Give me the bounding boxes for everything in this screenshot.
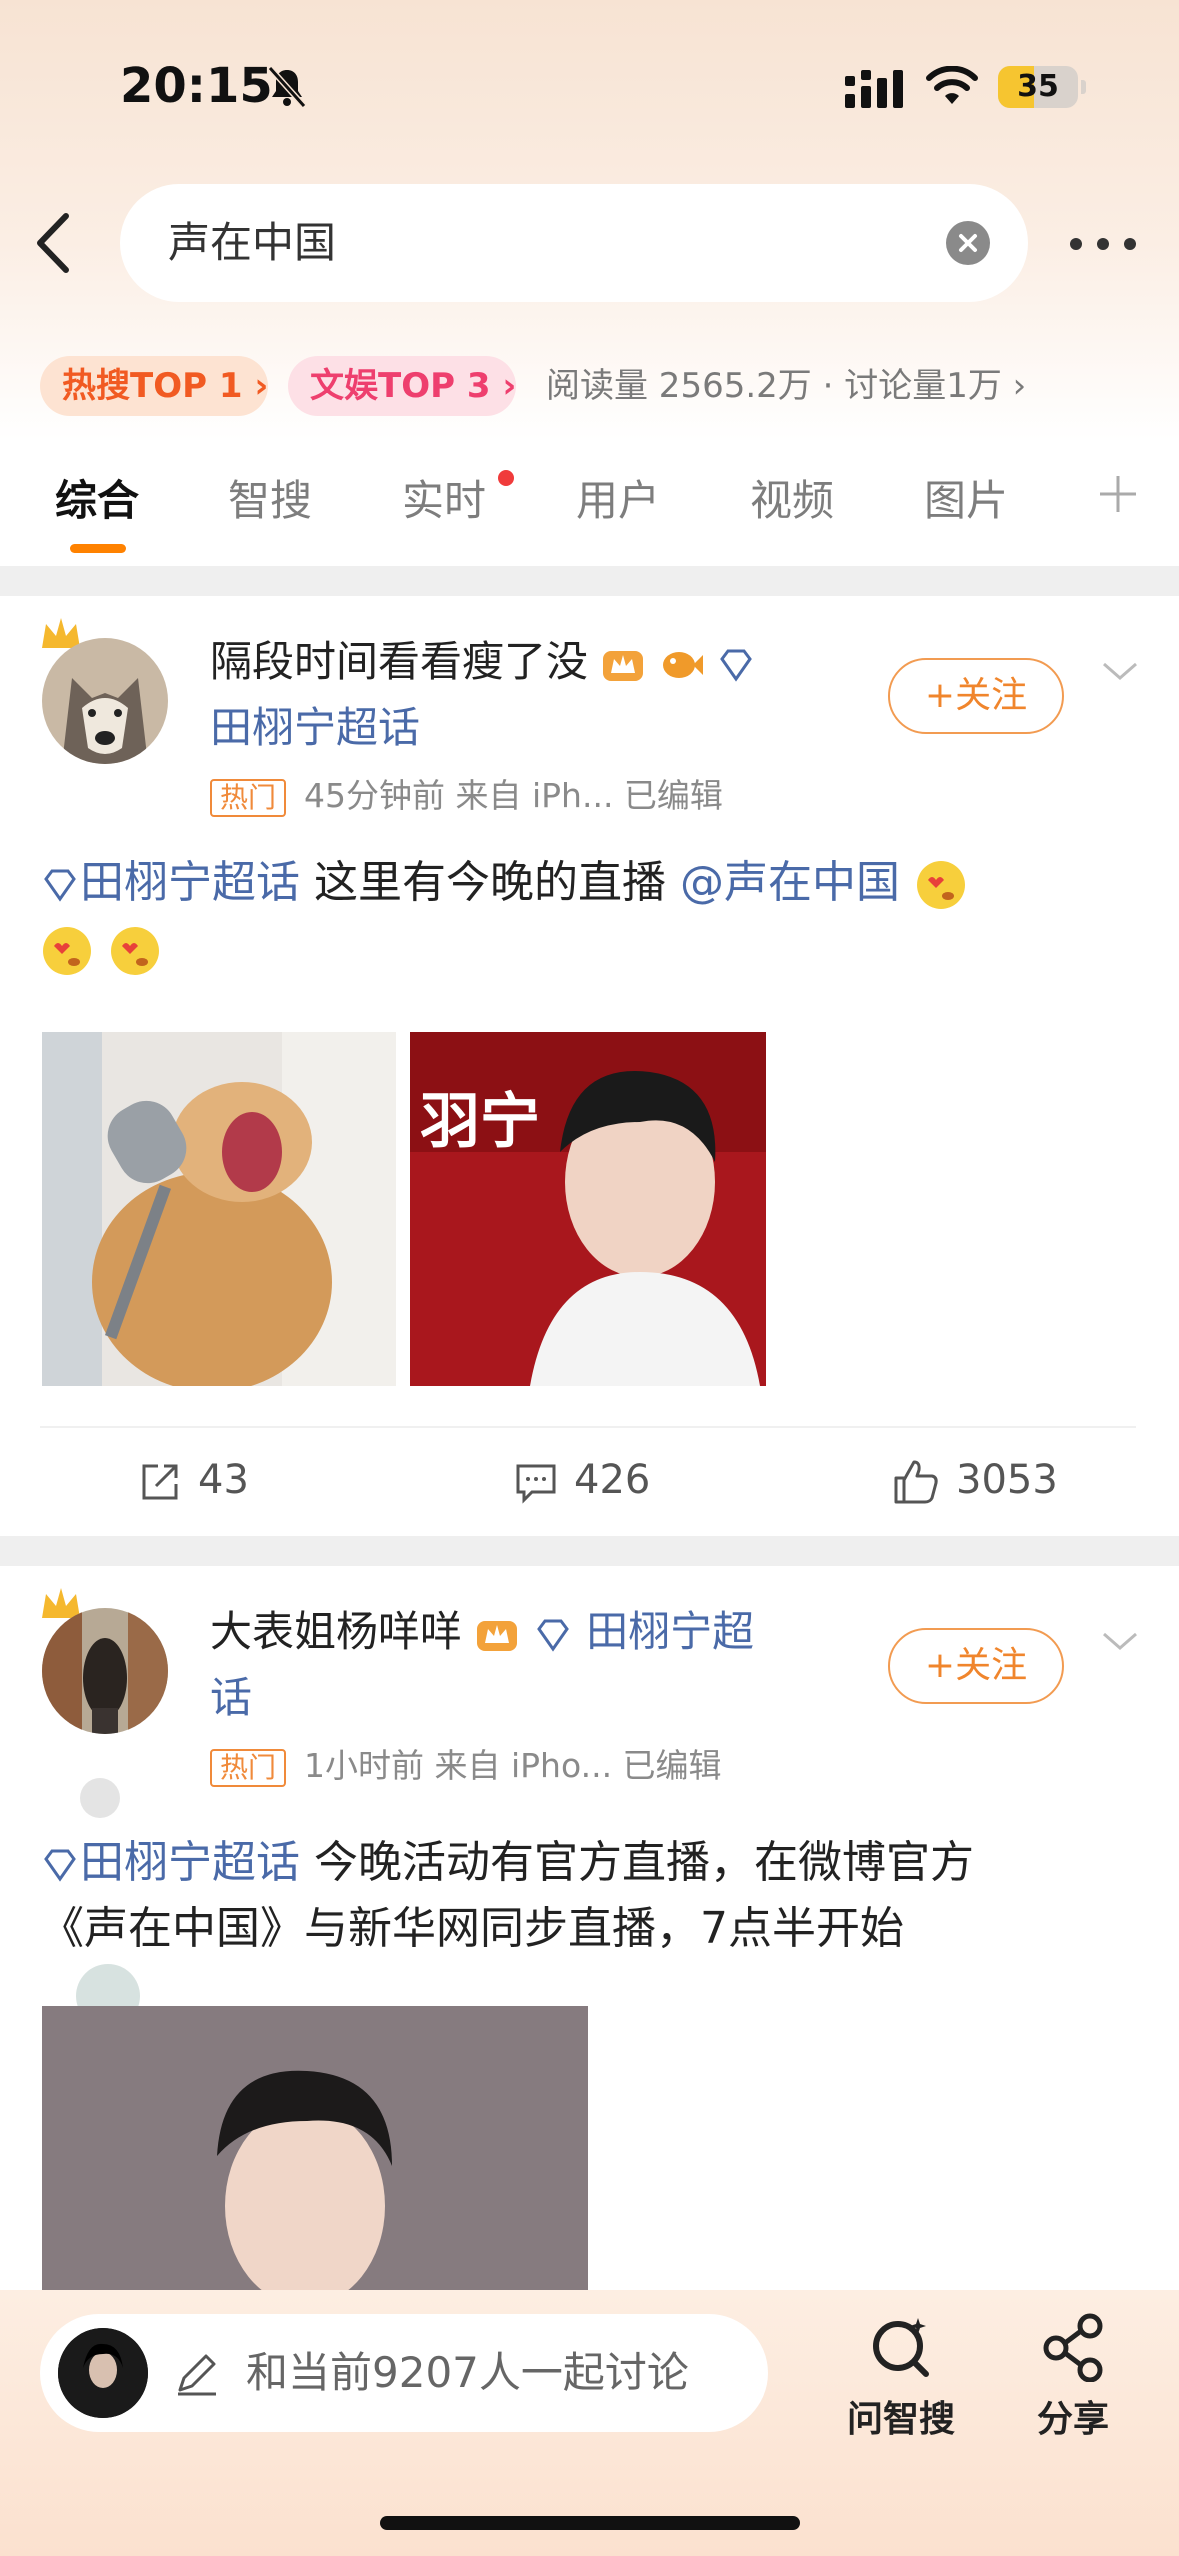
comment-button[interactable]: 426 xyxy=(514,1430,650,1530)
like-button[interactable]: 3053 xyxy=(892,1430,1058,1530)
entertainment-badge[interactable]: 文娱TOP 3 › xyxy=(288,356,516,416)
floating-avatar xyxy=(80,1778,120,1818)
supertopic-link[interactable]: 田栩宁超话 xyxy=(210,696,420,760)
vip-crown-icon xyxy=(603,650,644,681)
tab-realtime[interactable]: 实时 xyxy=(402,456,486,546)
back-arrow-icon[interactable] xyxy=(28,210,84,276)
post-image-portrait[interactable]: 羽宁 xyxy=(410,1032,766,1386)
thumbs-up-icon xyxy=(894,1460,938,1504)
battery-level: 35 xyxy=(1017,69,1059,104)
discussion-input[interactable]: 和当前9207人一起讨论 xyxy=(40,2314,768,2432)
diamond-icon xyxy=(44,1849,76,1882)
tab-videos[interactable]: 视频 xyxy=(750,456,834,546)
follow-button[interactable]: +关注 xyxy=(888,1628,1064,1704)
post-meta-text: 45分钟前 来自 iPh... 已编辑 xyxy=(304,776,723,815)
add-tab-icon[interactable] xyxy=(1096,472,1140,516)
diamond-icon xyxy=(536,1619,569,1652)
battery-indicator: 35 xyxy=(998,66,1086,108)
tab-ai-search[interactable]: 智搜 xyxy=(228,456,312,546)
section-divider xyxy=(0,1536,1179,1566)
avatar[interactable] xyxy=(42,1608,168,1734)
supertopic-link-cont[interactable]: 话 xyxy=(210,1666,252,1730)
hot-search-badge[interactable]: 热搜TOP 1 › xyxy=(40,356,268,416)
post-card: 大表姐杨咩咩 田栩宁超 话 热门 1小时前 来自 iPho... 已编辑 +关注 … xyxy=(0,1566,1179,2296)
post-actions: 43 426 3053 xyxy=(0,1430,1179,1530)
share-icon xyxy=(1043,2313,1103,2383)
diamond-icon xyxy=(44,869,76,902)
tab-comprehensive[interactable]: 综合 xyxy=(55,456,139,546)
post-meta: 热门 1小时前 来自 iPho... 已编辑 xyxy=(210,1744,722,1788)
love-emoji-icon xyxy=(917,861,965,909)
post-username[interactable]: 隔段时间看看瘦了没 xyxy=(210,637,588,686)
hot-tag: 热门 xyxy=(210,1748,287,1787)
chevron-down-icon[interactable] xyxy=(1098,1626,1142,1656)
post-text: 田栩宁超话 今晚活动有官方直播，在微博官方 《声在中国》与新华网同步直播，7点半… xyxy=(40,1837,974,1954)
wifi-icon xyxy=(926,66,978,104)
svg-text:羽宁: 羽宁 xyxy=(420,1088,540,1155)
post-text: 田栩宁超话 这里有今晚的直播 @声在中国 xyxy=(40,850,1140,982)
tab-bar: 综合 智搜 实时 用户 视频 图片 xyxy=(0,456,1179,566)
tab-users[interactable]: 用户 xyxy=(576,456,660,546)
post-meta: 热门 45分钟前 来自 iPh... 已编辑 xyxy=(210,774,723,818)
post-image-portrait[interactable] xyxy=(42,2006,588,2296)
read-count[interactable]: 阅读量 2565.2万 · 讨论量1万 › xyxy=(546,356,1026,416)
tab-images[interactable]: 图片 xyxy=(924,456,1008,546)
post-username[interactable]: 大表姐杨咩咩 xyxy=(210,1607,462,1656)
ai-search-icon xyxy=(873,2318,929,2377)
chevron-down-icon[interactable] xyxy=(1098,656,1142,686)
avatar[interactable] xyxy=(42,638,168,764)
follow-button[interactable]: +关注 xyxy=(888,658,1064,734)
ai-search-button[interactable]: 问智搜 xyxy=(836,2312,966,2442)
clear-search-icon[interactable] xyxy=(946,221,990,265)
topic-tag[interactable]: 田栩宁超话 xyxy=(40,1837,314,1888)
search-query: 声在中国 xyxy=(168,218,337,267)
supertopic-link[interactable]: 田栩宁超 xyxy=(586,1607,754,1656)
love-emoji-icon xyxy=(43,927,91,975)
share-button[interactable]: 分享 xyxy=(1018,2312,1128,2442)
avatar xyxy=(58,2328,148,2418)
hot-tag: 热门 xyxy=(210,778,287,817)
vip-crown-icon xyxy=(477,1620,518,1651)
search-input[interactable]: 声在中国 xyxy=(120,184,1028,302)
bottom-bar: 和当前9207人一起讨论 问智搜 分享 xyxy=(0,2290,1179,2556)
mute-bell-icon xyxy=(267,65,307,109)
more-options-icon[interactable] xyxy=(1068,226,1138,262)
home-indicator xyxy=(380,2516,800,2530)
post-image-cat[interactable] xyxy=(42,1032,396,1386)
status-time: 20:15 xyxy=(120,58,273,114)
status-bar: 20:15 35 xyxy=(0,0,1179,170)
love-emoji-icon xyxy=(111,927,159,975)
comment-icon xyxy=(516,1464,556,1504)
repost-button[interactable]: 43 xyxy=(138,1430,249,1530)
diamond-icon xyxy=(720,649,752,682)
post-card: 隔段时间看看瘦了没 田栩宁超话 热门 45分钟前 来自 iPh... 已编辑 +关… xyxy=(0,596,1179,1536)
mention-link[interactable]: @声在中国 xyxy=(680,857,900,908)
active-tab-indicator xyxy=(70,544,126,553)
signal-icon xyxy=(845,70,903,108)
new-content-dot xyxy=(498,470,514,486)
fish-badge-icon xyxy=(662,651,703,678)
repost-icon xyxy=(142,1464,178,1500)
topic-tag[interactable]: 田栩宁超话 xyxy=(40,857,314,908)
post-meta-text: 1小时前 来自 iPho... 已编辑 xyxy=(304,1746,722,1785)
pencil-icon xyxy=(178,2354,216,2396)
section-divider xyxy=(0,566,1179,596)
